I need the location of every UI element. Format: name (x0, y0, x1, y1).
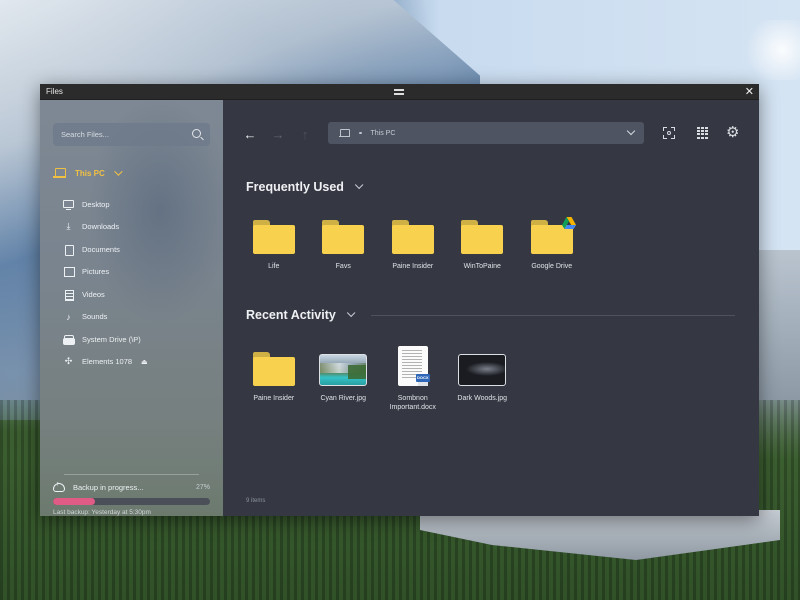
folder-tile[interactable]: Paine Insider (378, 220, 448, 271)
folder-icon (322, 220, 365, 254)
folder-icon (252, 220, 295, 254)
sidebar-item-label: Pictures (82, 267, 110, 277)
laptop-icon (53, 168, 66, 178)
sidebar-item-label: Elements 1078 (82, 357, 133, 367)
folder-tile[interactable]: Life (239, 220, 309, 271)
screenshot-icon[interactable] (662, 126, 676, 140)
image-thumbnail (458, 354, 507, 386)
backup-progress-fill (53, 498, 96, 505)
pictures-icon (63, 266, 75, 278)
backup-label: Backup in progress... (73, 483, 144, 492)
chevron-down-icon[interactable] (346, 308, 356, 318)
breadcrumb-this-pc[interactable]: This PC (371, 130, 396, 137)
section-title: Recent Activity (246, 308, 336, 322)
file-tile[interactable]: DOCX Sombnon Important.docx (378, 346, 448, 418)
sidebar-item-label: Sounds (82, 312, 108, 322)
main-content: ← → ↑ This PC Frequently U (223, 100, 759, 516)
drive-icon (63, 334, 75, 345)
folder-tile[interactable]: Paine Insider (239, 348, 309, 418)
drag-handle-icon[interactable] (394, 89, 404, 95)
close-button[interactable]: ✕ (745, 85, 754, 98)
chevron-down-icon[interactable] (354, 180, 364, 190)
sidebar-item-label: Documents (82, 244, 120, 254)
file-tile[interactable]: Dark Woods.jpg (448, 348, 518, 418)
backup-progress-bar (53, 498, 210, 505)
folder-icon (391, 220, 434, 254)
folder-icon (530, 217, 576, 254)
tile-label: Life (268, 263, 280, 270)
sidebar-item-elements[interactable]: ✣ Elements 1078 ⏏ (63, 351, 148, 374)
sidebar-item-label: Desktop (82, 199, 110, 209)
address-bar[interactable]: This PC (328, 122, 644, 144)
chevron-down-icon[interactable] (626, 126, 636, 136)
tile-label: Dark Woods.jpg (457, 395, 508, 402)
this-pc-label: This PC (75, 168, 105, 178)
backup-percent: 27% (195, 484, 210, 491)
recent-activity-list: Paine Insider Cyan River.jpg DOCX Sombno… (239, 346, 518, 418)
sidebar-item-label: Downloads (82, 222, 120, 232)
tile-label: Favs (335, 263, 351, 270)
sidebar-item-downloads[interactable]: ⤓ Downloads (63, 216, 148, 239)
sidebar-item-documents[interactable]: Documents (63, 238, 148, 261)
sidebar-item-desktop[interactable]: Desktop (63, 193, 148, 216)
document-icon: DOCX (397, 346, 430, 386)
sidebar: Search Files... This PC Desktop ⤓ Downlo… (40, 100, 223, 516)
search-icon[interactable] (192, 129, 201, 138)
docx-badge: DOCX (415, 374, 430, 382)
tile-label: Paine Insider (392, 263, 434, 270)
wallpaper-cloud (740, 20, 800, 80)
image-thumbnail (319, 354, 368, 386)
title-bar[interactable]: Files ✕ (40, 84, 759, 100)
search-input[interactable]: Search Files... (61, 130, 109, 139)
sidebar-item-pictures[interactable]: Pictures (63, 261, 148, 284)
sidebar-item-sounds[interactable]: ♪ Sounds (63, 306, 148, 329)
sidebar-item-label: Videos (82, 289, 105, 299)
sidebar-item-this-pc[interactable]: This PC (53, 167, 123, 178)
tile-label: Google Drive (531, 263, 573, 270)
frequently-used-list: Life Favs Paine Insider WinToPaine Googl… (239, 217, 587, 271)
sidebar-item-videos[interactable]: Videos (63, 283, 148, 306)
gear-icon[interactable] (726, 123, 740, 141)
desktop-icon (63, 199, 74, 210)
backup-status: Backup in progress... 27% Last backup: Y… (53, 481, 210, 516)
usb-icon: ✣ (64, 356, 73, 367)
folder-icon (252, 352, 295, 386)
folder-tile[interactable]: WinToPaine (448, 220, 518, 271)
files-window: Files ✕ Search Files... This PC Desktop … (40, 84, 759, 516)
google-drive-icon (561, 217, 576, 229)
laptop-icon (339, 128, 350, 138)
toolbar: ← → ↑ This PC (223, 122, 759, 148)
file-tile[interactable]: Cyan River.jpg (309, 348, 379, 418)
recent-activity-header[interactable]: Recent Activity (246, 308, 356, 322)
sidebar-divider (64, 474, 199, 475)
sidebar-item-system-drive[interactable]: System Drive (\P) (63, 328, 148, 351)
frequently-used-header[interactable]: Frequently Used (246, 180, 364, 194)
cloud-upload-icon (53, 481, 65, 492)
section-title: Frequently Used (246, 180, 344, 194)
download-icon: ⤓ (66, 221, 71, 232)
up-button[interactable]: ↑ (298, 128, 312, 142)
sidebar-nav-list: Desktop ⤓ Downloads Documents Pictures V… (63, 193, 148, 373)
grid-view-icon[interactable] (695, 126, 709, 140)
last-backup-text: Last backup: Yesterday at 5:30pm (53, 509, 151, 516)
document-icon (63, 244, 74, 256)
folder-tile[interactable]: Google Drive (517, 217, 587, 271)
section-divider (371, 315, 735, 316)
search-box[interactable]: Search Files... (53, 123, 210, 146)
item-count: 9 items (246, 498, 266, 504)
videos-icon (63, 289, 74, 301)
folder-tile[interactable]: Favs (309, 220, 379, 271)
tile-label: Cyan River.jpg (320, 395, 367, 402)
folder-icon (461, 220, 504, 254)
back-button[interactable]: ← (243, 128, 257, 142)
tile-label: WinToPaine (463, 263, 501, 270)
tile-label: Paine Insider (253, 395, 295, 402)
tile-label: Sombnon Important.docx (389, 395, 436, 411)
sidebar-item-label: System Drive (\P) (82, 334, 141, 344)
forward-button[interactable]: → (271, 128, 285, 142)
eject-icon[interactable]: ⏏ (141, 358, 148, 366)
chevron-down-icon[interactable] (113, 167, 123, 176)
breadcrumb-separator (359, 131, 362, 135)
music-note-icon: ♪ (66, 311, 71, 322)
